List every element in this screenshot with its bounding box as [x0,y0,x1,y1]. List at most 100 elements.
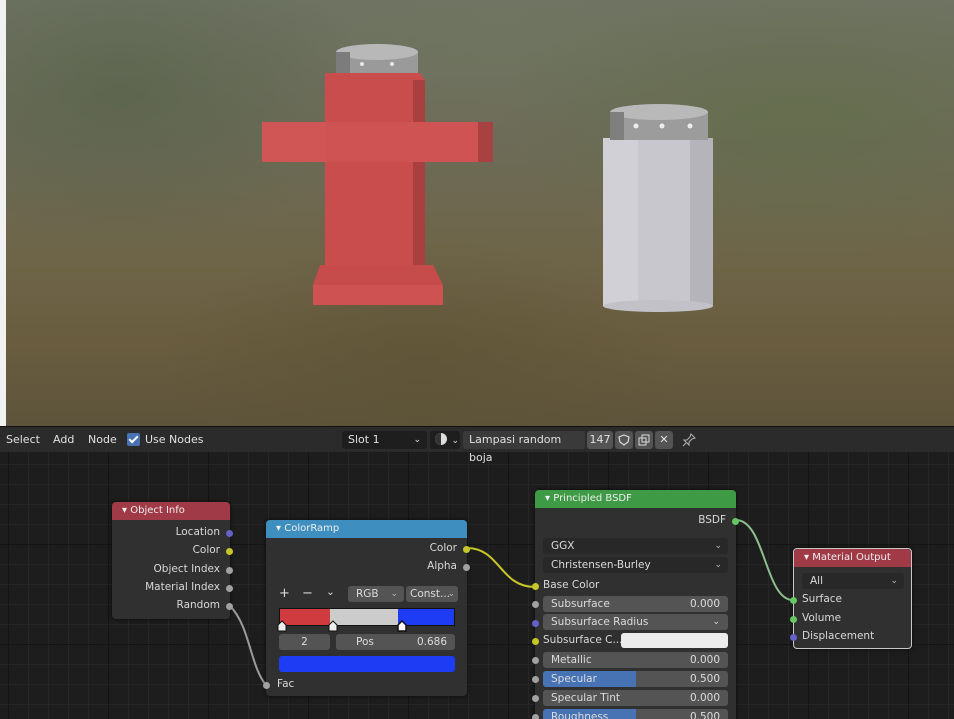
material-output-title: Material Output [812,552,891,563]
object-index-socket[interactable] [226,567,233,574]
chevron-down-icon: ⌄ [714,560,722,570]
displacement-socket[interactable] [790,634,797,641]
fac-socket[interactable] [263,682,270,689]
volume-socket[interactable] [790,616,797,623]
subsurface-radius-field[interactable]: Subsurface Radius ⌄ [543,614,728,630]
chevron-down-icon: ⌄ [890,576,898,586]
material-output-header[interactable]: ▾ Material Output [794,549,911,567]
principled-title: Principled BSDF [553,493,632,504]
bsdf-output: BSDF [698,514,726,526]
collapse-arrow-icon[interactable]: ▾ [122,505,127,516]
specular-tint-field[interactable]: Specular Tint 0.000 [543,690,728,706]
subsurface-field[interactable]: Subsurface 0.000 [543,596,728,612]
bsdf-socket[interactable] [732,518,739,525]
fake-user-shield-icon[interactable] [615,431,633,449]
chevron-down-icon: ⌄ [413,435,421,445]
collapse-arrow-icon[interactable]: ▾ [276,523,281,534]
metallic-socket[interactable] [532,657,539,664]
node-editor[interactable]: Select Add Node Use Nodes Slot 1 ⌄ ⌄ Lam… [0,426,954,719]
color-ramp-node[interactable]: ▾ ColorRamp Color Alpha + − ⌄ RGB ⌄ Cons… [263,520,470,696]
ramp-color-output: Color [429,542,457,554]
color-mode-dropdown[interactable]: RGB ⌄ [348,586,404,602]
collapse-arrow-icon[interactable]: ▾ [545,493,550,504]
specular-socket[interactable] [532,676,539,683]
subsurface-color-socket[interactable] [532,638,539,645]
stop-index-value: 2 [301,636,308,648]
base-color-socket[interactable] [532,583,539,590]
material-index-socket[interactable] [226,585,233,592]
slot-label: Slot 1 [348,433,380,446]
stop-color-swatch[interactable] [279,656,455,672]
roughness-field[interactable]: Roughness 0.500 [543,709,728,719]
ramp-stops[interactable] [277,620,457,632]
color-ramp-header[interactable]: ▾ ColorRamp [266,520,467,538]
material-browse-button[interactable]: ⌄ [430,431,460,449]
random-socket[interactable] [226,603,233,610]
output-target-value: All [810,575,824,587]
object-index-output: Object Index [153,563,220,575]
chevron-down-icon: ⌄ [447,589,455,599]
subsurface-radius-socket[interactable] [532,620,539,627]
interpolation-dropdown[interactable]: Const... ⌄ [406,586,458,602]
specular-tint-label: Specular Tint [551,692,621,704]
specular-value: 0.500 [689,673,720,685]
add-stop-button[interactable]: + [279,586,290,601]
use-nodes-checkbox[interactable] [127,433,140,446]
material-name: Lampasi random boja [469,433,562,464]
principled-bsdf-node[interactable]: ▾ Principled BSDF BSDF GGX ⌄ Christensen… [532,490,739,719]
menu-node[interactable]: Node [88,433,117,446]
ramp-alpha-socket[interactable] [463,564,470,571]
viewport-scene [262,44,713,312]
subsurface-color-label: Subsurface C... [543,634,623,646]
ramp-alpha-output: Alpha [427,560,457,572]
fac-input: Fac [277,678,295,690]
menu-add[interactable]: Add [53,433,74,446]
surface-socket[interactable] [790,597,797,604]
volume-input: Volume [802,612,842,624]
menu-select[interactable]: Select [6,433,40,446]
specular-field[interactable]: Specular 0.500 [543,671,728,687]
chevron-down-icon[interactable]: ⌄ [326,586,335,598]
object-info-header[interactable]: ▾ Object Info [112,502,230,520]
object-info-node[interactable]: ▾ Object Info Location Color Object Inde… [112,502,233,619]
pin-icon[interactable] [680,431,698,449]
surface-input: Surface [802,593,843,605]
principled-header[interactable]: ▾ Principled BSDF [535,490,736,508]
subsurface-label: Subsurface [551,598,610,610]
subsurface-method-dropdown[interactable]: Christensen-Burley ⌄ [543,557,728,573]
3d-viewport[interactable] [0,0,954,426]
stop-index-field[interactable]: 2 [279,634,330,650]
slot-dropdown[interactable]: Slot 1 ⌄ [342,431,427,449]
color-ramp-title: ColorRamp [284,523,340,534]
chevron-down-icon: ⌄ [451,436,460,446]
white-cylinder-object [603,104,713,312]
pos-label: Pos [356,636,374,648]
duplicate-material-icon[interactable] [635,431,653,449]
subsurface-value: 0.000 [689,598,720,610]
specular-tint-socket[interactable] [532,695,539,702]
unlink-close-icon[interactable]: ✕ [655,431,673,449]
subsurface-socket[interactable] [532,601,539,608]
distribution-dropdown[interactable]: GGX ⌄ [543,538,728,554]
roughness-label: Roughness [551,711,609,719]
location-socket[interactable] [226,530,233,537]
remove-stop-button[interactable]: − [302,586,313,601]
subsurface-radius-label: Subsurface Radius [551,616,649,628]
use-nodes-label: Use Nodes [145,433,204,446]
ramp-color-socket[interactable] [463,546,470,553]
collapse-arrow-icon[interactable]: ▾ [804,552,809,563]
roughness-socket[interactable] [532,714,539,719]
chevron-down-icon: ⌄ [390,589,398,599]
color-mode-value: RGB [356,588,379,600]
material-output-node[interactable]: ▾ Material Output All ⌄ Surface Volume D… [790,548,912,649]
color-socket[interactable] [226,548,233,555]
metallic-value: 0.000 [689,654,720,666]
pos-value: 0.686 [416,636,447,648]
output-target-dropdown[interactable]: All ⌄ [802,573,904,589]
node-editor-header: Select Add Node Use Nodes Slot 1 ⌄ ⌄ Lam… [0,426,954,464]
position-field[interactable]: Pos 0.686 [336,634,455,650]
subsurface-color-swatch[interactable] [621,633,728,648]
material-name-field[interactable]: Lampasi random boja [463,431,585,464]
metallic-field[interactable]: Metallic 0.000 [543,652,728,668]
user-count-button[interactable]: 147 [587,431,613,449]
